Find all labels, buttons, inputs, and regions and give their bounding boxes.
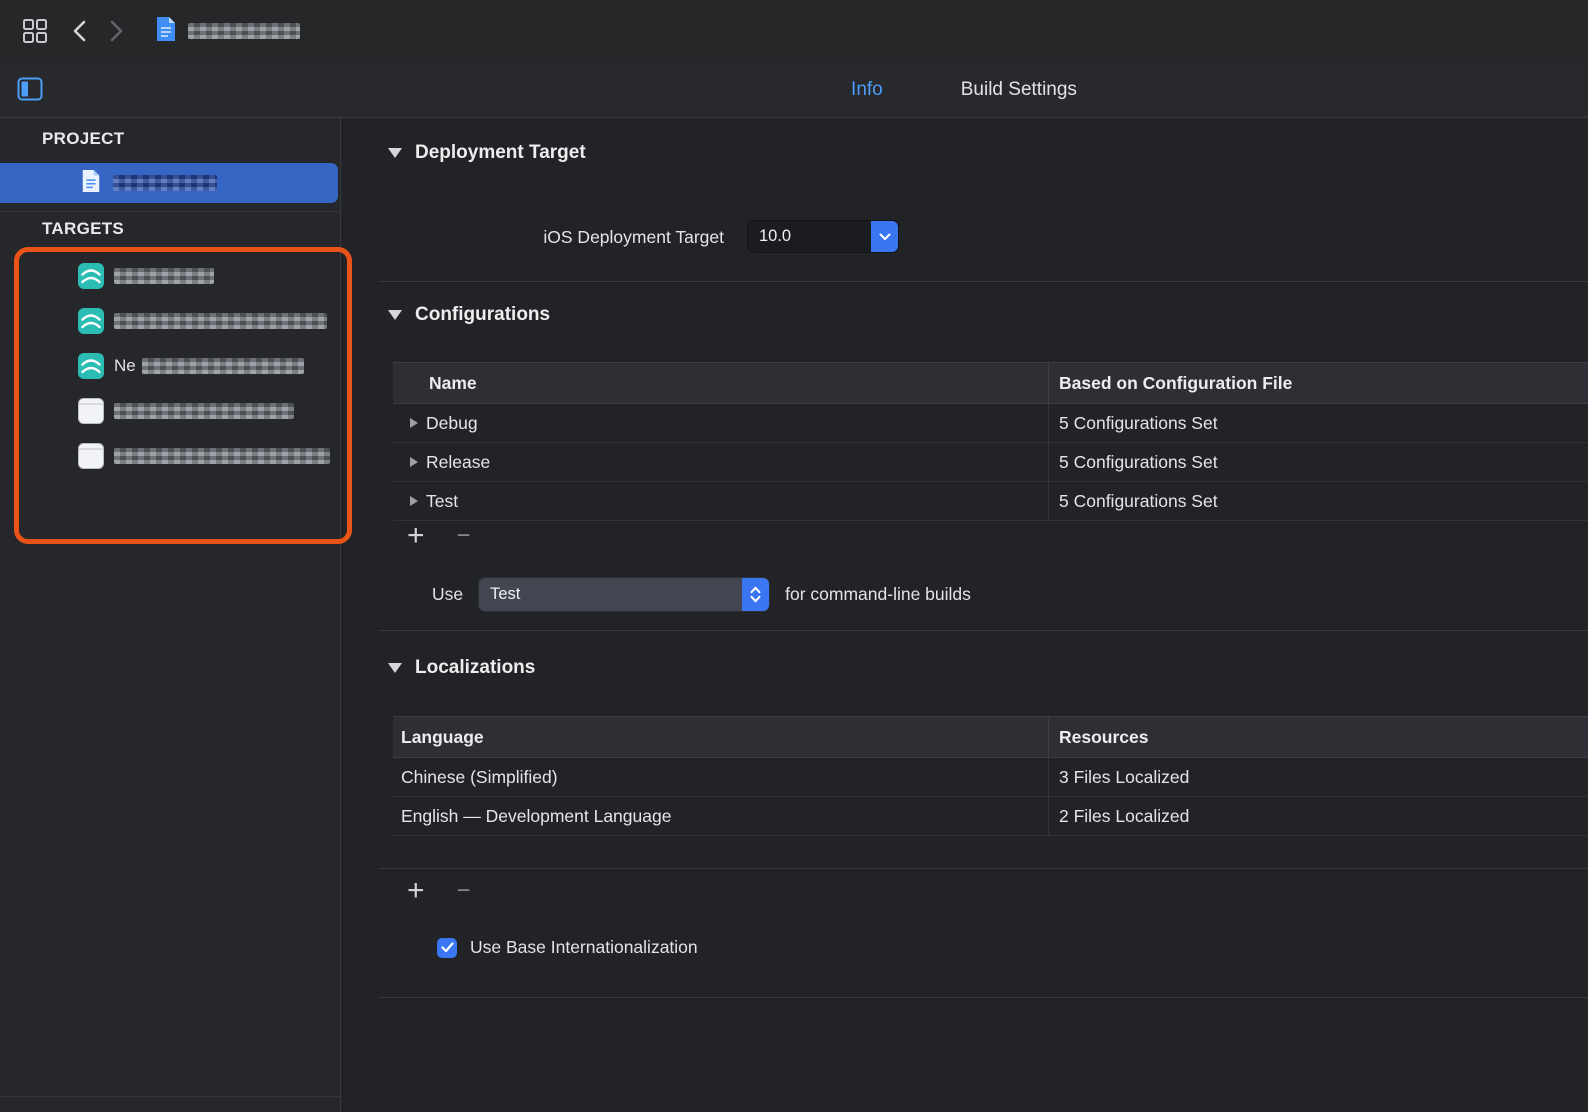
disclosure-right-icon[interactable] [410, 418, 418, 428]
disclosure-right-icon[interactable] [410, 496, 418, 506]
section-title: Localizations [415, 657, 535, 679]
configuration-based-on: 5 Configurations Set [1048, 443, 1588, 481]
use-label: Use [432, 584, 463, 605]
localizations-section-header: Localizations [388, 657, 535, 679]
language-resources: 3 Files Localized [1048, 758, 1588, 796]
localizations-table: Language Resources Chinese (Simplified) … [393, 716, 1588, 836]
disclosure-down-icon[interactable] [388, 310, 402, 320]
target-name-redacted [142, 358, 304, 374]
language-name: English — Development Language [393, 797, 1048, 835]
forward-icon[interactable] [98, 14, 132, 48]
configuration-name: Release [426, 452, 490, 473]
base-internationalization-label: Use Base Internationalization [470, 937, 698, 958]
target-name-prefix: Ne [114, 356, 136, 376]
command-line-builds-suffix: for command-line builds [785, 584, 971, 605]
target-app-icon-white [78, 398, 104, 424]
breadcrumb[interactable] [154, 15, 300, 48]
localizations-add-remove: + − [407, 878, 471, 904]
xcode-project-editor-window: Info Build Settings PROJECT TARGETS [0, 0, 1588, 1112]
configuration-based-on: 5 Configurations Set [1048, 482, 1588, 520]
project-targets-sidebar: PROJECT TARGETS [0, 118, 341, 1112]
project-file-icon [154, 15, 178, 48]
target-row-5[interactable] [0, 433, 340, 478]
navigator-toggle-icon[interactable] [17, 77, 43, 106]
base-internationalization-checkbox[interactable] [437, 938, 457, 958]
configurations-section-header: Configurations [388, 304, 550, 326]
configurations-table: Name Based on Configuration File Debug 5… [393, 362, 1588, 521]
tab-info[interactable]: Info [851, 79, 883, 101]
toolbar [0, 0, 1588, 63]
table-bottom-separator [378, 868, 1588, 869]
section-separator [378, 630, 1588, 631]
target-app-icon-teal [78, 353, 104, 379]
target-app-icon-teal [78, 308, 104, 334]
chevron-down-icon [871, 221, 898, 252]
disclosure-down-icon[interactable] [388, 148, 402, 158]
column-header-resources: Resources [1048, 717, 1588, 757]
table-row-release[interactable]: Release 5 Configurations Set [393, 443, 1588, 482]
table-row-test[interactable]: Test 5 Configurations Set [393, 482, 1588, 521]
configuration-name: Debug [426, 413, 478, 434]
ios-deployment-target-label: iOS Deployment Target [484, 227, 724, 248]
language-name: Chinese (Simplified) [393, 758, 1048, 796]
configuration-based-on: 5 Configurations Set [1048, 404, 1588, 442]
editor-tabs: Info Build Settings [340, 62, 1588, 117]
target-app-icon-teal [78, 263, 104, 289]
localizations-table-header: Language Resources [393, 716, 1588, 758]
popup-value: 10.0 [748, 221, 871, 252]
add-configuration-button[interactable]: + [407, 523, 425, 549]
target-row-2[interactable] [0, 298, 340, 343]
project-info-pane: Deployment Target iOS Deployment Target … [341, 118, 1588, 1112]
section-title: Configurations [415, 304, 550, 326]
configurations-table-header: Name Based on Configuration File [393, 362, 1588, 404]
section-separator [378, 281, 1588, 282]
tab-build-settings[interactable]: Build Settings [961, 79, 1077, 101]
target-row-4[interactable] [0, 388, 340, 433]
target-name-redacted [114, 313, 327, 329]
project-file-icon [80, 168, 102, 199]
section-title: Deployment Target [415, 142, 586, 164]
section-separator [378, 997, 1588, 998]
stepper-up-down-icon [742, 578, 769, 611]
column-header-based-on: Based on Configuration File [1048, 363, 1588, 403]
configurations-add-remove: + − [407, 523, 471, 549]
editor-tab-bar: Info Build Settings [0, 62, 1588, 118]
sidebar-divider [0, 211, 340, 212]
ios-deployment-target-popup[interactable]: 10.0 [748, 221, 898, 252]
remove-configuration-button[interactable]: − [457, 524, 471, 548]
command-line-configuration-popup[interactable]: Test [479, 578, 769, 611]
sidebar-bottom-divider [0, 1096, 340, 1097]
target-row-1[interactable] [0, 253, 340, 298]
targets-list: Ne [0, 253, 340, 478]
table-row-english[interactable]: English — Development Language 2 Files L… [393, 797, 1588, 836]
target-app-icon-white [78, 443, 104, 469]
project-section-header: PROJECT [42, 129, 124, 149]
base-internationalization-row: Use Base Internationalization [437, 937, 698, 958]
column-header-language: Language [393, 717, 1048, 757]
project-name-redacted [113, 175, 217, 191]
disclosure-down-icon[interactable] [388, 663, 402, 673]
checkmark-icon [441, 942, 454, 953]
target-name-redacted [114, 403, 294, 419]
disclosure-right-icon[interactable] [410, 457, 418, 467]
target-row-3[interactable]: Ne [0, 343, 340, 388]
target-name-redacted [114, 448, 330, 464]
command-line-builds-row: Use Test for command-line builds [432, 578, 971, 611]
targets-section-header: TARGETS [42, 219, 124, 239]
back-icon[interactable] [64, 14, 98, 48]
table-row-chinese[interactable]: Chinese (Simplified) 3 Files Localized [393, 758, 1588, 797]
column-header-name: Name [393, 363, 1048, 403]
project-row-selected[interactable] [0, 163, 338, 203]
related-items-grid-icon[interactable] [18, 14, 52, 48]
deployment-target-section-header: Deployment Target [388, 142, 586, 164]
language-resources: 2 Files Localized [1048, 797, 1588, 835]
table-row-debug[interactable]: Debug 5 Configurations Set [393, 404, 1588, 443]
breadcrumb-project-name-redacted [188, 23, 300, 39]
target-name-redacted [114, 268, 214, 284]
remove-localization-button[interactable]: − [457, 879, 471, 903]
popup-value: Test [479, 578, 742, 611]
add-localization-button[interactable]: + [407, 878, 425, 904]
configuration-name: Test [426, 491, 458, 512]
